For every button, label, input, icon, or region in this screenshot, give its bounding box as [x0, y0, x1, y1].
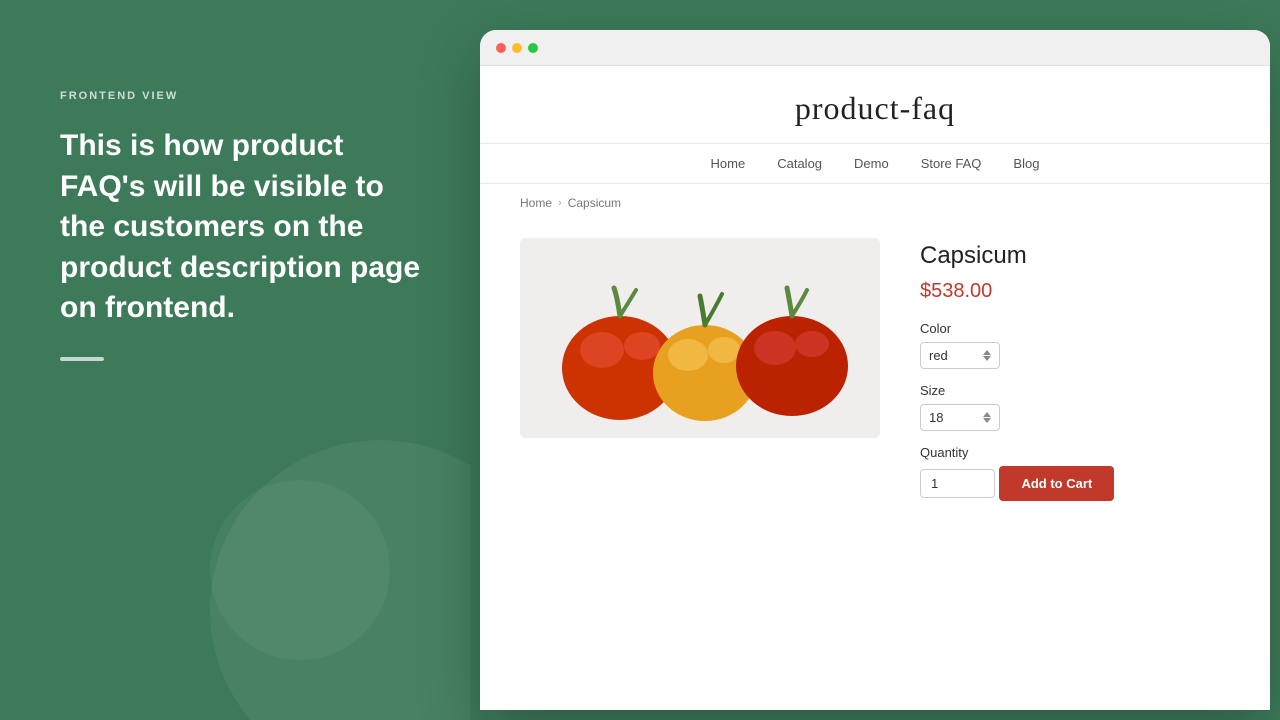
size-label: Size — [920, 383, 1230, 398]
frontend-view-label: FRONTEND VIEW — [60, 90, 430, 102]
dot-green-icon — [528, 43, 538, 53]
breadcrumb-current: Capsicum — [568, 196, 621, 210]
deco-circle-large — [210, 440, 470, 720]
size-value: 18 — [929, 410, 943, 425]
product-details: Capsicum $538.00 Color red Size 1 — [920, 238, 1230, 516]
divider — [60, 357, 104, 361]
color-select[interactable]: red — [920, 342, 1000, 369]
breadcrumb-home[interactable]: Home — [520, 196, 552, 210]
select-arrows-color — [983, 350, 991, 361]
color-value: red — [929, 348, 948, 363]
dot-yellow-icon — [512, 43, 522, 53]
nav-catalog[interactable]: Catalog — [777, 156, 822, 171]
description-text: This is how product FAQ's will be visibl… — [60, 126, 430, 329]
product-name: Capsicum — [920, 242, 1230, 270]
product-image-wrap — [520, 238, 880, 438]
browser-bar — [480, 30, 1270, 66]
nav-store-faq[interactable]: Store FAQ — [921, 156, 982, 171]
arrow-down-size-icon — [983, 418, 991, 423]
browser-window: product-faq Home Catalog Demo Store FAQ … — [480, 30, 1270, 710]
nav-home[interactable]: Home — [711, 156, 746, 171]
nav-blog[interactable]: Blog — [1013, 156, 1039, 171]
browser-content: product-faq Home Catalog Demo Store FAQ … — [480, 66, 1270, 710]
product-price: $538.00 — [920, 280, 1230, 303]
select-arrows-size — [983, 412, 991, 423]
deco-circle-small — [210, 480, 390, 660]
store-nav: Home Catalog Demo Store FAQ Blog — [480, 144, 1270, 184]
size-select[interactable]: 18 — [920, 404, 1000, 431]
quantity-input[interactable] — [920, 469, 995, 498]
arrow-up-size-icon — [983, 412, 991, 417]
arrow-down-icon — [983, 356, 991, 361]
right-panel: product-faq Home Catalog Demo Store FAQ … — [470, 0, 1280, 720]
add-to-cart-button[interactable]: Add to Cart — [999, 466, 1114, 501]
color-label: Color — [920, 321, 1230, 336]
product-image — [520, 238, 880, 438]
store-header: product-faq — [480, 66, 1270, 144]
breadcrumb-separator: › — [558, 197, 562, 209]
arrow-up-icon — [983, 350, 991, 355]
product-area: Capsicum $538.00 Color red Size 1 — [480, 222, 1270, 556]
left-panel: FRONTEND VIEW This is how product FAQ's … — [0, 0, 470, 720]
store-title: product-faq — [500, 90, 1250, 127]
dot-red-icon — [496, 43, 506, 53]
breadcrumb: Home › Capsicum — [480, 184, 1270, 222]
nav-demo[interactable]: Demo — [854, 156, 889, 171]
quantity-label: Quantity — [920, 445, 1230, 460]
